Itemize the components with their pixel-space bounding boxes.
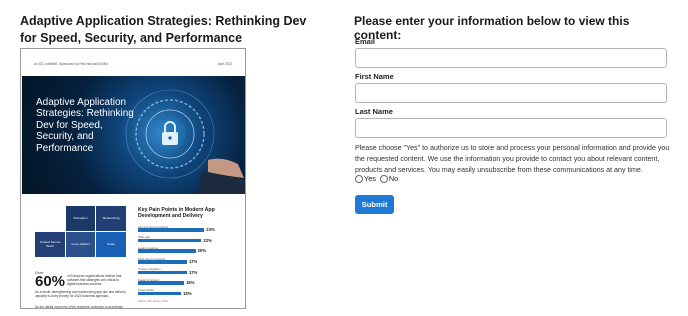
strategy-grid: Disruption Modernizing Trusted Secure Bu… (35, 206, 127, 266)
email-label: Email (355, 37, 376, 46)
key-points-chart: Key Pain Points in Modern App Developmen… (138, 207, 238, 303)
key-points-row: Skills gap 22% (138, 235, 238, 246)
key-points-value: 15% (183, 290, 192, 296)
email-field[interactable] (355, 48, 667, 68)
stat-value: 60% (35, 273, 66, 290)
key-points-title: Key Pain Points in Modern App Developmen… (138, 207, 215, 220)
key-points-row: Security and compliance 23% (138, 225, 238, 236)
key-points-rows: Security and compliance 23% Skills gap 22% L… (138, 225, 238, 299)
thumbnail-hero: Adaptive Application Strategies: Rethink… (22, 76, 245, 194)
consent-radio-group: Yes No (355, 174, 402, 183)
grid-cell: Disruption (66, 206, 95, 231)
no-radio-label[interactable]: No (389, 174, 398, 183)
key-points-bar (138, 249, 196, 253)
thumbnail-header-left: An IDC InfoBrief, Sponsored by Red Hat a… (34, 62, 109, 66)
key-points-row: Speed of delivery 16% (138, 278, 238, 289)
form-heading: Please enter your information below to v… (354, 14, 630, 42)
grid-cell: Modernizing (96, 206, 126, 231)
key-points-row: Observability 15% (138, 288, 238, 299)
thumbnail-footer-text: As the digital economy of the business c… (35, 305, 124, 309)
stat-text: of European organizations believe that s… (67, 274, 122, 286)
key-points-row: Legacy systems 20% (138, 246, 238, 257)
content-title: Adaptive Application Strategies: Rethink… (20, 14, 307, 45)
key-points-value: 17% (188, 269, 198, 275)
last-name-field[interactable] (355, 118, 667, 138)
no-radio[interactable] (379, 174, 388, 183)
key-points-bar (138, 281, 185, 285)
submit-button[interactable]: Submit (355, 195, 394, 214)
key-points-row: Multi-cloud complexity 17% (138, 257, 238, 268)
grid-cell: Go-to-Market (66, 232, 95, 257)
key-points-bar (138, 291, 182, 296)
key-points-bar (138, 238, 202, 243)
key-points-value: 22% (203, 237, 212, 243)
last-name-label: Last Name (355, 107, 393, 116)
key-points-value: 20% (197, 248, 206, 254)
consent-text: Please choose "Yes" to authorize us to s… (355, 144, 670, 174)
key-points-value: 17% (188, 258, 198, 264)
yes-radio[interactable] (355, 174, 363, 183)
key-points-value: 16% (186, 280, 195, 286)
key-points-bar (138, 270, 187, 275)
hero-title: Adaptive Application Strategies: Rethink… (36, 97, 134, 154)
key-points-row: Tooling integration 17% (138, 267, 238, 278)
key-points-footnote: Source: IDC Survey, 2022 (138, 299, 168, 303)
key-points-bar (138, 228, 205, 232)
stat-text-secondary: As a result, strengthening and modernizi… (35, 290, 126, 298)
content-thumbnail: An IDC InfoBrief, Sponsored by Red Hat a… (20, 48, 246, 309)
thumbnail-header-right: April 2022 (217, 62, 232, 66)
first-name-field[interactable] (355, 83, 667, 103)
grid-cell: Scale (96, 232, 126, 257)
yes-radio-label[interactable]: Yes (364, 174, 376, 183)
key-points-bar (138, 259, 187, 264)
first-name-label: First Name (355, 72, 394, 81)
key-points-value: 23% (206, 227, 215, 233)
grid-cell: Trusted Secure Build (35, 232, 65, 257)
thumbnail-header: An IDC InfoBrief, Sponsored by Red Hat a… (34, 62, 232, 70)
